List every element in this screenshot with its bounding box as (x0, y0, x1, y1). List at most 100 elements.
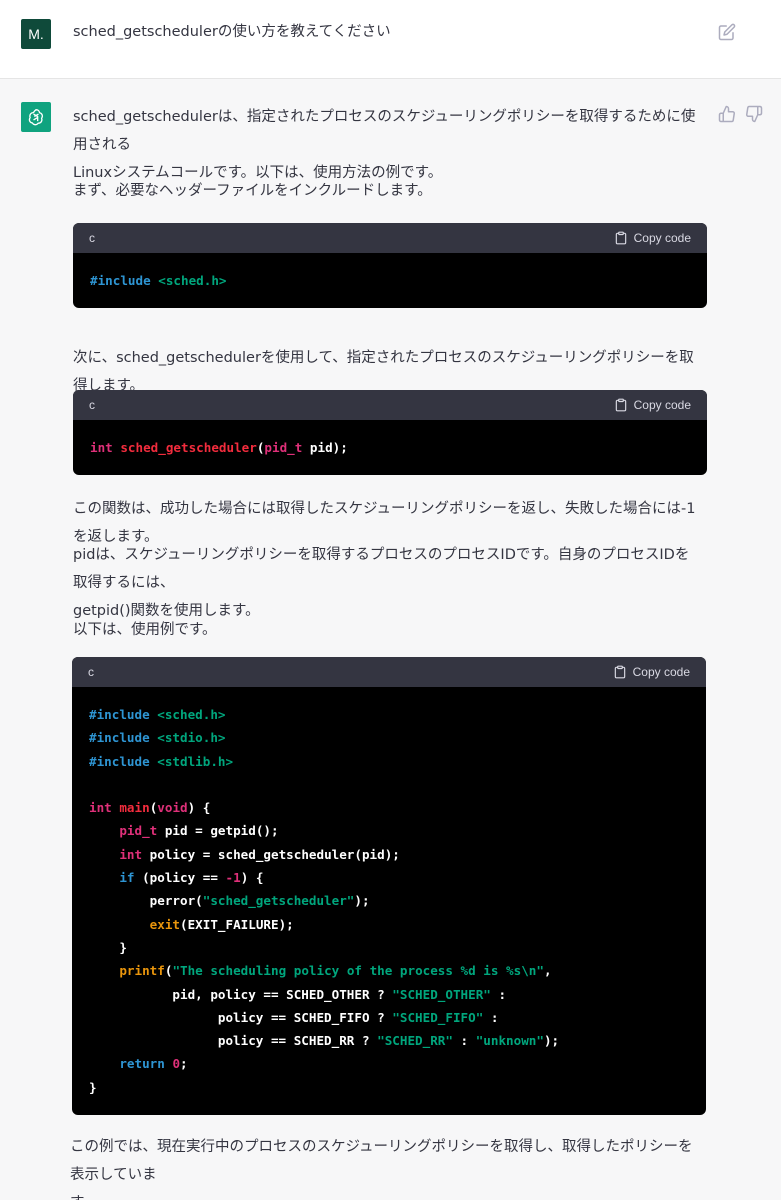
copy-code-button[interactable]: Copy code (614, 397, 691, 413)
code-token: #include (89, 753, 158, 769)
code-token: #include (89, 730, 158, 746)
openai-logo-icon (28, 109, 44, 126)
code-line: pid_t pid = getpid(); (89, 819, 690, 842)
code-token: sched_getscheduler (120, 440, 257, 455)
code-line: printf("The scheduling policy of the pro… (89, 959, 690, 982)
code-token: int (89, 800, 120, 816)
code-token: -1 (225, 870, 241, 886)
code-token: main (119, 800, 150, 816)
code-token: "SCHED_OTHER" (392, 986, 491, 1002)
code-token: if (119, 870, 135, 886)
code-token: } (89, 939, 127, 955)
assistant-avatar (21, 102, 51, 132)
code-token: <sched.h> (157, 707, 226, 722)
code-token: exit (149, 916, 181, 932)
code-token: <stdio.h> (157, 730, 226, 746)
code-line: #include <stdio.h> (89, 726, 690, 749)
code-token: perror( (89, 893, 203, 909)
code-token: (policy == (134, 870, 226, 886)
assistant-paragraph-5: pidは、スケジューリングポリシーを取得するプロセスのプロセスIDです。自身のプ… (73, 541, 703, 625)
code-line: policy == SCHED_RR ? "SCHED_RR" : "unkno… (89, 1029, 690, 1052)
paragraph-line: す。 (70, 1189, 700, 1200)
code-token: int (119, 846, 143, 862)
code-token: pid, policy == SCHED_OTHER ? (89, 986, 393, 1002)
code-token: <stdlib.h> (157, 753, 234, 769)
code-token: : (490, 986, 507, 1002)
code-token: "unknown" (475, 1033, 544, 1049)
code-token: policy == SCHED_RR ? (89, 1033, 378, 1049)
code-line: pid, policy == SCHED_OTHER ? "SCHED_OTHE… (89, 983, 690, 1006)
code-block-2: c Copy code int sched_getscheduler(pid_t… (73, 390, 707, 476)
code-token: ; (180, 1056, 188, 1072)
code-token: void (157, 800, 188, 816)
code-language: c (89, 398, 95, 412)
code-line: policy == SCHED_FIFO ? "SCHED_FIFO" : (89, 1006, 690, 1029)
code-block-1: c Copy code #include <sched.h> (73, 223, 707, 309)
code-token: : (452, 1033, 476, 1049)
code-token: printf (119, 963, 165, 979)
code-line: #include <stdlib.h> (89, 750, 690, 773)
code-token: "sched_getscheduler" (202, 893, 355, 909)
code-line: exit(EXIT_FAILURE); (89, 913, 690, 936)
user-avatar: M. (21, 19, 51, 49)
paragraph-line: pidは、スケジューリングポリシーを取得するプロセスのプロセスIDです。自身のプ… (73, 547, 690, 591)
code-line: int sched_getscheduler(pid_t pid); (90, 436, 691, 459)
code-line: int policy = sched_getscheduler(pid); (89, 843, 690, 866)
code-content: #include <sched.h> (73, 253, 707, 308)
code-header: c Copy code (73, 390, 707, 420)
thumbs-up-icon[interactable] (718, 105, 736, 123)
code-token: ); (543, 1033, 560, 1049)
code-token: <sched.h> (158, 273, 227, 288)
code-token: pid); (302, 440, 348, 455)
code-token: pid_t (264, 440, 303, 455)
copy-code-button[interactable]: Copy code (614, 230, 691, 246)
code-token: ) { (187, 800, 211, 816)
copy-code-label: Copy code (632, 665, 690, 679)
code-header: c Copy code (72, 657, 706, 687)
code-token: int (90, 440, 121, 455)
code-token: ); (354, 893, 370, 909)
code-token: ) { (240, 870, 264, 886)
code-content: #include <sched.h> #include <stdio.h> #inc… (72, 687, 706, 1115)
code-token: "The scheduling policy of the process %d… (172, 963, 544, 979)
copy-code-label: Copy code (633, 231, 691, 245)
code-token: 0 (172, 1056, 181, 1072)
code-token: return (119, 1056, 165, 1072)
code-token: , (543, 963, 552, 979)
code-header: c Copy code (73, 223, 707, 253)
code-line: int main(void) { (89, 796, 690, 819)
clipboard-icon (615, 231, 626, 245)
code-token: } (89, 1079, 97, 1095)
user-message-text: sched_getschedulerの使い方を教えてください (73, 24, 391, 40)
code-block-3: c Copy code #include <sched.h> #include <… (72, 657, 706, 1116)
code-token: (EXIT_FAILURE); (180, 916, 294, 932)
assistant-paragraph-7: この例では、現在実行中のプロセスのスケジューリングポリシーを取得し、取得したポリ… (70, 1133, 700, 1200)
clipboard-icon (614, 665, 625, 679)
code-line: return 0; (89, 1052, 690, 1075)
user-message-row: M. sched_getschedulerの使い方を教えてください (0, 0, 781, 79)
code-line: #include <sched.h> (90, 269, 691, 292)
edit-icon[interactable] (718, 23, 736, 41)
assistant-paragraph-2: まず、必要なヘッダーファイルをインクルードします。 (73, 183, 432, 199)
code-line: #include <sched.h> (89, 703, 690, 726)
clipboard-icon (615, 398, 626, 412)
copy-code-label: Copy code (633, 398, 691, 412)
code-token: "SCHED_FIFO" (392, 1009, 484, 1025)
code-line: } (89, 936, 690, 959)
thumbs-down-icon[interactable] (745, 105, 763, 123)
code-token: : (483, 1009, 499, 1025)
code-token: "SCHED_RR" (377, 1033, 453, 1049)
code-token: policy = sched_getscheduler(pid); (142, 846, 400, 862)
copy-code-button[interactable]: Copy code (613, 664, 690, 680)
paragraph-line: sched_getschedulerは、指定されたプロセスのスケジューリングポリ… (73, 109, 696, 153)
code-language: c (88, 665, 94, 679)
paragraph-line: この例では、現在実行中のプロセスのスケジューリングポリシーを取得し、取得したポリ… (70, 1139, 693, 1183)
code-token: pid_t (119, 823, 158, 839)
code-token: #include (89, 707, 158, 722)
